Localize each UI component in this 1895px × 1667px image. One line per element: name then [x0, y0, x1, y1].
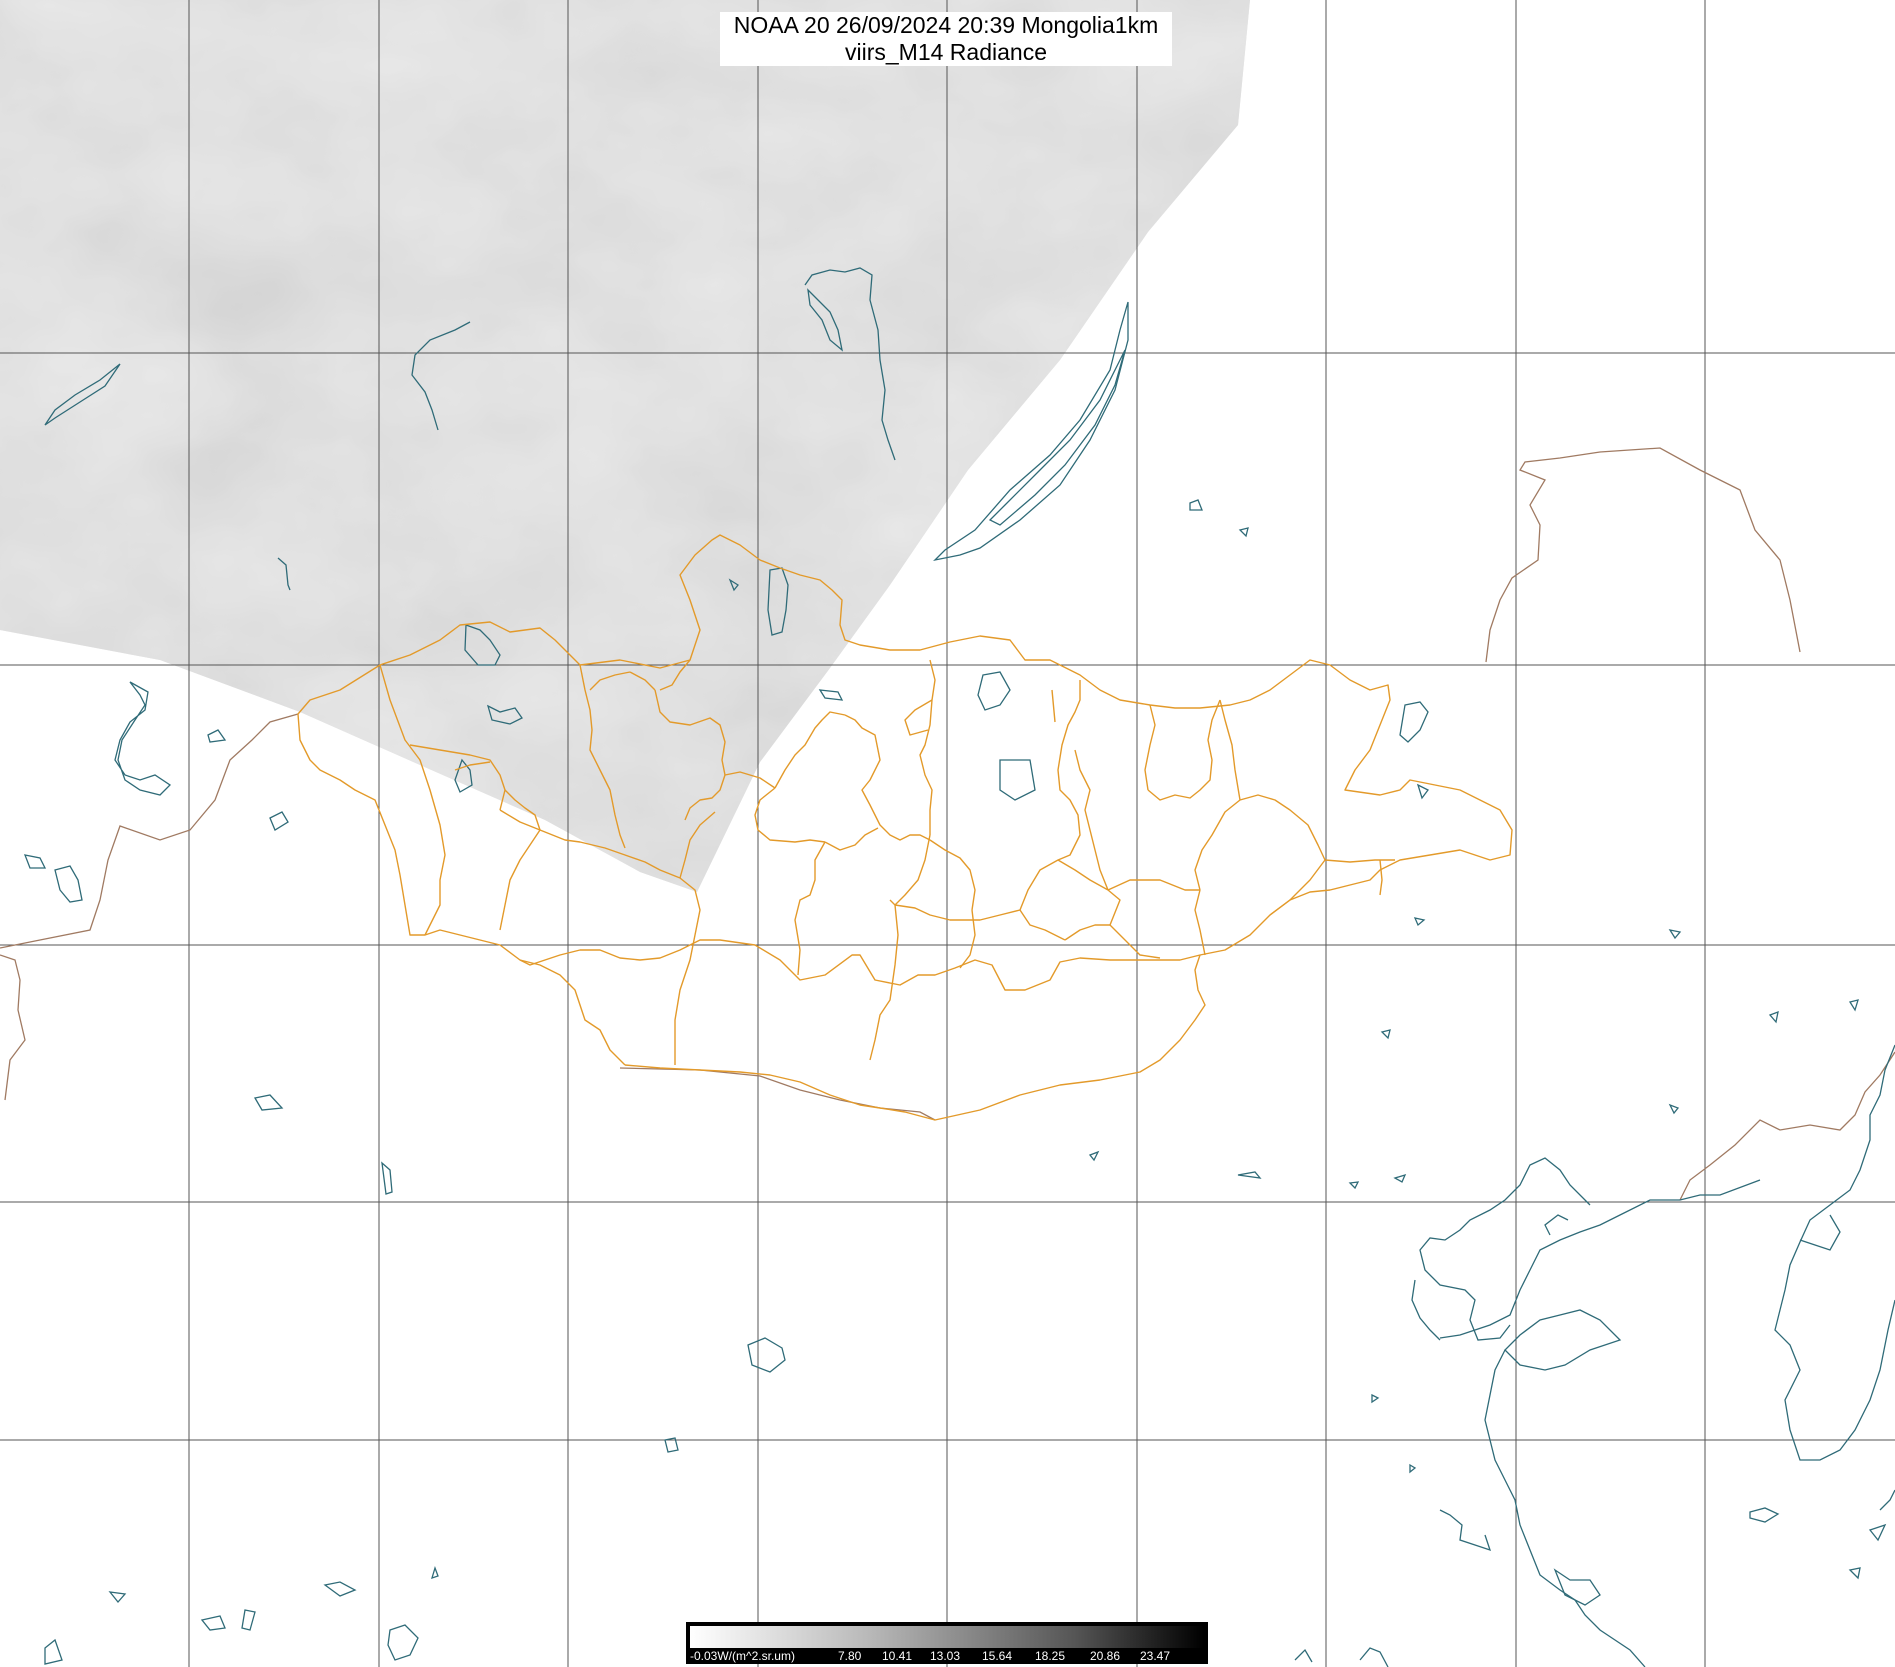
colorbar-tick-label: 18.25 [1035, 1649, 1066, 1663]
colorbar-legend: -0.03W/(m^2.sr.um) 7.80 10.41 13.03 15.6… [686, 1622, 1208, 1664]
colorbar-tick-label: 15.64 [982, 1649, 1013, 1663]
colorbar-tick-label: 23.47 [1140, 1649, 1171, 1663]
colorbar-ramp [690, 1626, 1204, 1648]
map-canvas [0, 0, 1895, 1667]
colorbar-tick-label: 13.03 [930, 1649, 961, 1663]
colorbar-tick-label: -0.03W/(m^2.sr.um) [690, 1649, 795, 1663]
colorbar-tick-label: 7.80 [838, 1649, 862, 1663]
colorbar-ticks: -0.03W/(m^2.sr.um) 7.80 10.41 13.03 15.6… [690, 1648, 1204, 1664]
colorbar-tick-label: 20.86 [1090, 1649, 1121, 1663]
title-line-1: NOAA 20 26/09/2024 20:39 Mongolia1km [733, 12, 1159, 38]
title-line-2: viirs_M14 Radiance [845, 39, 1047, 65]
map-title: NOAA 20 26/09/2024 20:39 Mongolia1km vii… [720, 12, 1172, 66]
colorbar-tick-label: 10.41 [882, 1649, 913, 1663]
province-borders [297, 534, 1513, 1121]
